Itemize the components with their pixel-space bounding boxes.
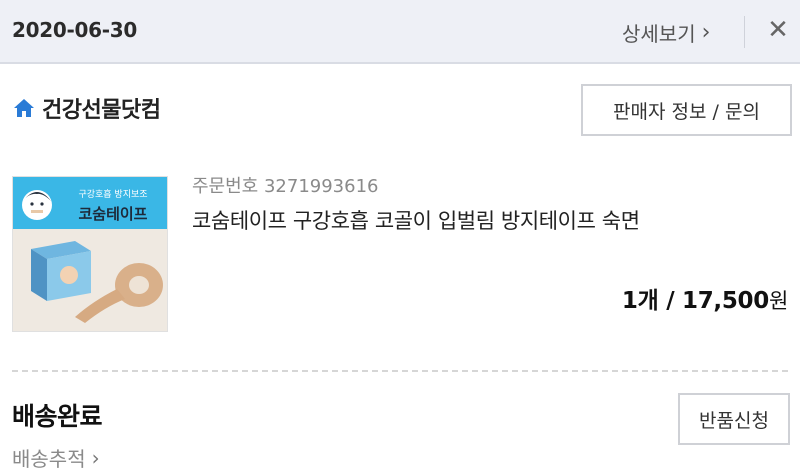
seller-info-button[interactable]: 판매자 정보 / 문의 [581, 84, 792, 136]
chevron-right-icon: › [91, 445, 100, 470]
view-details-link[interactable]: 상세보기 › [622, 18, 710, 47]
store-name: 건강선물닷컴 [42, 98, 161, 123]
product-thumbnail[interactable]: 구강호흡 방지보조 코숨테이프 [12, 176, 168, 332]
thumb-title: 코숨테이프 [78, 205, 147, 223]
product-name-link[interactable]: 코숨테이프 구강호흡 코골이 입벌림 방지테이프 숙면 [192, 205, 640, 235]
product-image: 구강호흡 방지보조 코숨테이프 [13, 177, 167, 331]
price-currency: 원 [768, 289, 788, 313]
chevron-right-icon: › [701, 20, 711, 45]
view-details-label: 상세보기 [622, 22, 696, 46]
home-icon [14, 99, 34, 117]
order-date: 2020-06-30 [12, 18, 137, 42]
tracking-link[interactable]: 배송추적 › [12, 443, 100, 472]
section-divider [12, 370, 788, 372]
store-link[interactable]: 건강선물닷컴 [12, 92, 161, 124]
order-number: 주문번호 3271993616 [192, 176, 379, 197]
tracking-label: 배송추적 [12, 447, 86, 471]
order-header-bar: 2020-06-30 상세보기 › ✕ [0, 0, 800, 64]
delivery-status: 배송완료 [12, 402, 103, 431]
close-icon[interactable]: ✕ [764, 14, 792, 46]
price-value: 1개 / 17,500 [621, 288, 769, 314]
price-quantity: 1개 / 17,500 원 [622, 281, 788, 315]
thumb-subtitle: 구강호흡 방지보조 [78, 188, 147, 200]
header-divider [744, 16, 745, 48]
return-request-button[interactable]: 반품신청 [678, 393, 790, 445]
